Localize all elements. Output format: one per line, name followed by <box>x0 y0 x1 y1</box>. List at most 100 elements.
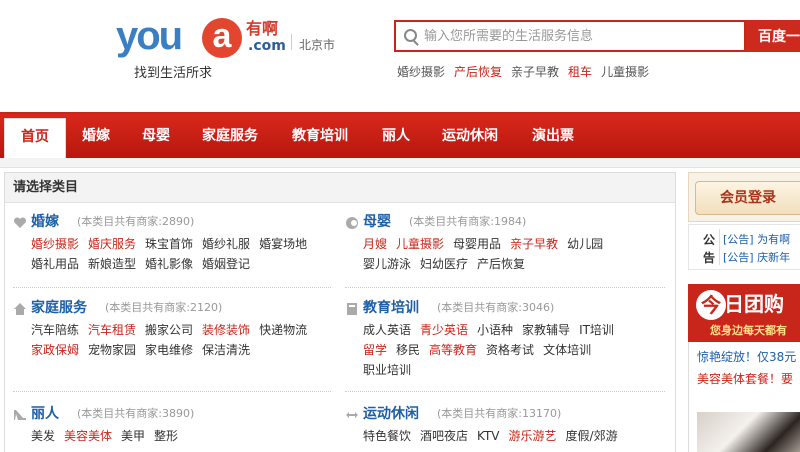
subcategory-link[interactable]: 保洁清洗 <box>202 343 250 357</box>
subcategory-link[interactable]: 宠物家园 <box>88 343 136 357</box>
group-buy-deal-line[interactable]: 美容美体套餐！要 <box>697 372 793 386</box>
category-divider <box>345 287 665 288</box>
notice-divider <box>719 229 720 265</box>
nav-item[interactable]: 首页 <box>4 118 66 158</box>
subcategory-row: 汽车陪练 汽车租赁 搬家公司 装修装饰 快递物流 <box>31 323 316 337</box>
notice-item[interactable]: [公告] 为有啊 <box>723 231 790 247</box>
main-nav: 首页 婚嫁 母婴 家庭服务 教育培训 丽人 运动休闲 演出票 <box>0 114 800 158</box>
subcategory-link[interactable]: 婴儿游泳 <box>363 257 411 271</box>
subcategory-link[interactable]: 母婴用品 <box>453 237 501 251</box>
subcategory-link[interactable]: 月嫂 <box>363 237 387 251</box>
logo-text: you <box>116 14 183 58</box>
subcategory-link[interactable]: 婚纱摄影 <box>31 237 79 251</box>
subcategory-link[interactable]: 家教辅导 <box>522 323 570 337</box>
subcategory-link[interactable]: 幼儿园 <box>567 237 603 251</box>
subcategory-link[interactable]: 移民 <box>396 343 420 357</box>
nav-item[interactable]: 运动休闲 <box>442 114 498 158</box>
subcategory-link[interactable]: 新娘造型 <box>88 257 136 271</box>
subcategory-link[interactable]: 高等教育 <box>429 343 477 357</box>
category-panel-title: 请选择类目 <box>5 173 675 203</box>
nav-item[interactable]: 婚嫁 <box>82 114 110 158</box>
subcategory-link[interactable]: 美甲 <box>121 429 145 443</box>
subcategory-link[interactable]: 珠宝首饰 <box>145 237 193 251</box>
subcategory-link[interactable]: 婚宴场地 <box>259 237 307 251</box>
city-selector[interactable]: 北京市 <box>299 36 335 53</box>
category-merchant-count: (本类目共有商家:1984) <box>409 215 527 228</box>
category-title[interactable]: 婚嫁 <box>31 213 59 231</box>
member-login-button[interactable]: 会员登录 <box>695 181 800 215</box>
subcategory-link[interactable]: 婚礼影像 <box>145 257 193 271</box>
subcategory-link[interactable]: 职业培训 <box>363 363 411 377</box>
hot-link[interactable]: 产后恢复 <box>454 65 502 79</box>
subcategory-row: 婚纱摄影 婚庆服务 珠宝首饰 婚纱礼服 婚宴场地 <box>31 237 316 251</box>
group-buy-subtitle: 您身边每天都有 <box>710 324 787 337</box>
category-title[interactable]: 家庭服务 <box>31 299 87 317</box>
subcategory-link[interactable]: 儿童摄影 <box>396 237 444 251</box>
category-title[interactable]: 教育培训 <box>363 299 419 317</box>
subcategory-link[interactable]: 特色餐饮 <box>363 429 411 443</box>
subcategory-link[interactable]: 度假/郊游 <box>566 429 618 443</box>
search-icon <box>404 29 417 42</box>
subcategory-link[interactable]: 产后恢复 <box>477 257 525 271</box>
category-merchant-count: (本类目共有商家:3890) <box>77 407 195 420</box>
category-divider <box>345 391 665 392</box>
subcategory-link[interactable]: 成人英语 <box>363 323 411 337</box>
subcategory-link[interactable]: 整形 <box>154 429 178 443</box>
group-buy-body: 惊艳绽放！仅38元 美容美体套餐！要 <box>688 342 800 452</box>
subcategory-link[interactable]: 快递物流 <box>259 323 307 337</box>
subcategory-link[interactable]: 青少英语 <box>420 323 468 337</box>
group-buy-header: 今 日团购 您身边每天都有 <box>688 284 800 342</box>
notice-item[interactable]: [公告] 庆新年 <box>723 249 790 265</box>
hot-link[interactable]: 婚纱摄影 <box>397 65 445 79</box>
nav-item[interactable]: 演出票 <box>532 114 574 158</box>
subcategory-link[interactable]: 搬家公司 <box>145 323 193 337</box>
subcategory-link[interactable]: 小语种 <box>477 323 513 337</box>
subcategory-row: 留学 移民 高等教育 资格考试 文体培训 <box>363 343 600 357</box>
subcategory-link[interactable]: 酒吧夜店 <box>420 429 468 443</box>
notice-label: 公告 <box>703 233 716 265</box>
subcategory-link[interactable]: 文体培训 <box>543 343 591 357</box>
hot-link[interactable]: 租车 <box>568 65 592 79</box>
category-title[interactable]: 母婴 <box>363 213 391 231</box>
subcategory-link[interactable]: 资格考试 <box>486 343 534 357</box>
category-merchant-count: (本类目共有商家:3046) <box>437 301 555 314</box>
subcategory-link[interactable]: 家电维修 <box>145 343 193 357</box>
subcategory-link[interactable]: 汽车租赁 <box>88 323 136 337</box>
logo-com: .com <box>248 38 286 54</box>
subcategory-link[interactable]: 汽车陪练 <box>31 323 79 337</box>
subcategory-row: 职业培训 <box>363 363 420 377</box>
group-buy-deal-line[interactable]: 惊艳绽放！仅38元 <box>697 350 796 364</box>
nav-item[interactable]: 教育培训 <box>292 114 348 158</box>
nav-item[interactable]: 家庭服务 <box>202 114 258 158</box>
arrows-icon <box>345 407 359 421</box>
nav-item[interactable]: 丽人 <box>382 114 410 158</box>
subcategory-row: 婴儿游泳 妇幼医疗 产后恢复 <box>363 257 534 271</box>
category-title[interactable]: 丽人 <box>31 405 59 423</box>
subcategory-link[interactable]: 装修装饰 <box>202 323 250 337</box>
search-input[interactable] <box>424 25 740 47</box>
hot-link[interactable]: 儿童摄影 <box>601 65 649 79</box>
search-button[interactable]: 百度一下 <box>746 20 800 52</box>
subcategory-link[interactable]: KTV <box>477 429 499 443</box>
nav-item[interactable]: 母婴 <box>142 114 170 158</box>
subcategory-link[interactable]: 婚礼用品 <box>31 257 79 271</box>
subcategory-link[interactable]: 婚庆服务 <box>88 237 136 251</box>
category-divider <box>13 287 331 288</box>
category-title[interactable]: 运动休闲 <box>363 405 419 423</box>
group-buy-title: 日团购 <box>724 292 784 316</box>
subcategory-link[interactable]: 留学 <box>363 343 387 357</box>
subcategory-link[interactable]: 妇幼医疗 <box>420 257 468 271</box>
subcategory-link[interactable]: 美容美体 <box>64 429 112 443</box>
hot-link[interactable]: 亲子早教 <box>511 65 559 79</box>
subcategory-link[interactable]: 游乐游艺 <box>509 429 557 443</box>
subcategory-link[interactable]: 亲子早教 <box>510 237 558 251</box>
subcategory-link[interactable]: IT培训 <box>579 323 614 337</box>
notice-box: 公告 [公告] 为有啊 [公告] 庆新年 <box>688 224 800 270</box>
group-buy-photo[interactable] <box>697 412 800 452</box>
subcategory-link[interactable]: 婚姻登记 <box>202 257 250 271</box>
subcategory-link[interactable]: 家政保姆 <box>31 343 79 357</box>
subcategory-row: 特色餐饮 酒吧夜店 KTV 游乐游艺 度假/郊游 <box>363 429 627 443</box>
subcategory-link[interactable]: 美发 <box>31 429 55 443</box>
subcategory-link[interactable]: 婚纱礼服 <box>202 237 250 251</box>
group-buy-logo: 今 <box>696 290 726 320</box>
